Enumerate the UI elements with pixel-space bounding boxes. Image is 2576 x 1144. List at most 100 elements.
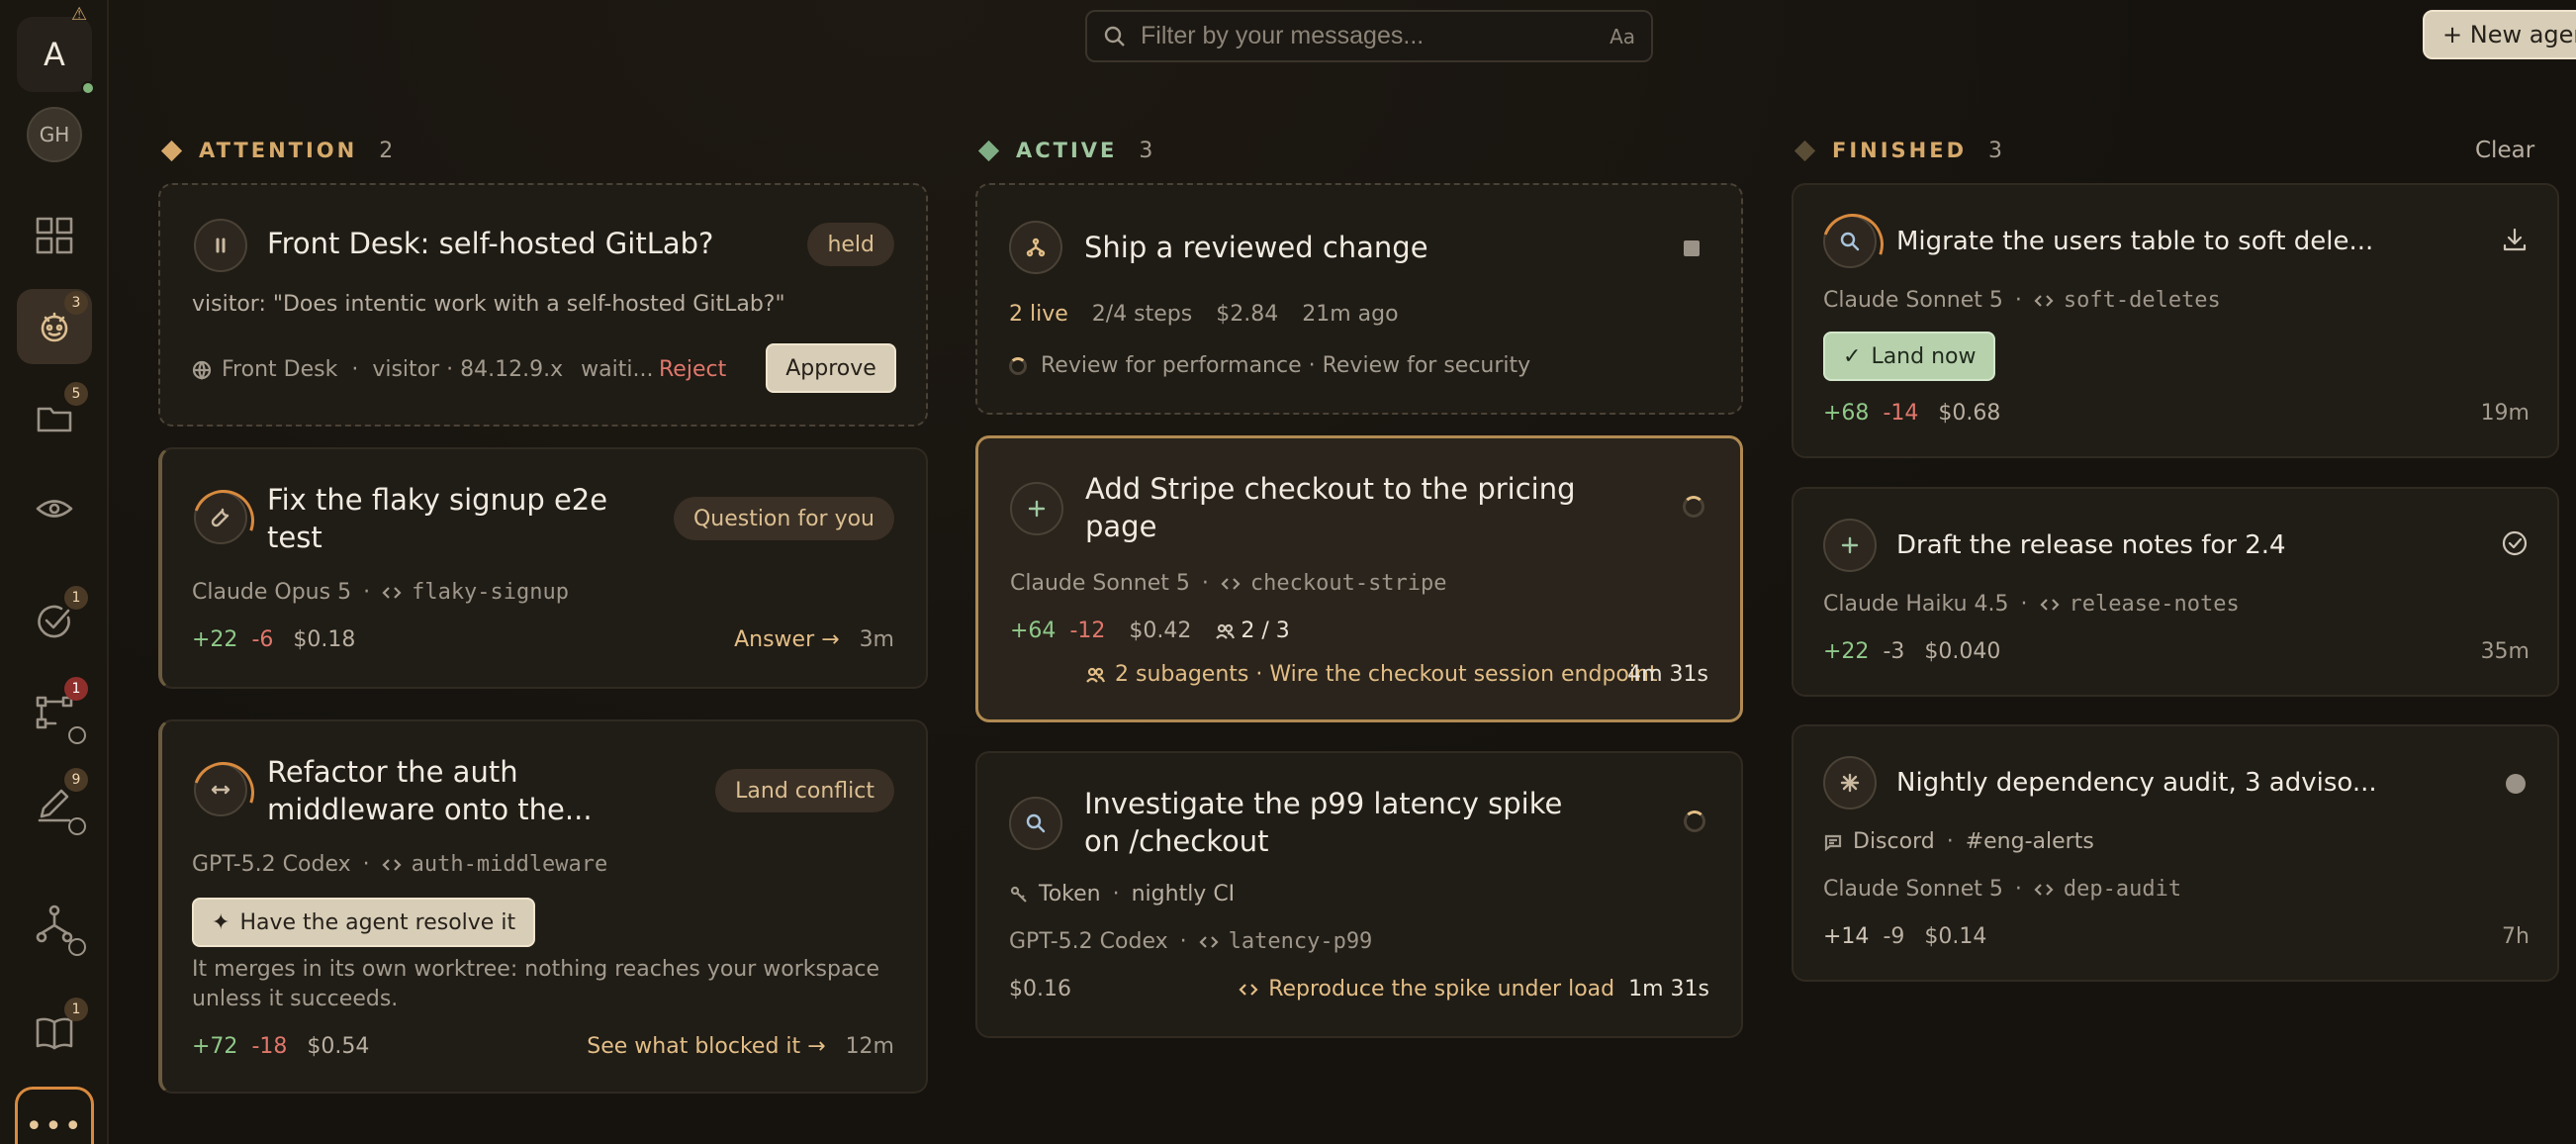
card-activity: Review for performance · Review for secu… [1009, 353, 1530, 378]
card-age: 19m [2480, 401, 2530, 426]
see-blocked-link[interactable]: See what blocked it → [587, 1034, 825, 1059]
loading-spinner [1684, 810, 1705, 832]
folder-badge: 5 [64, 382, 88, 406]
agent-status [1009, 221, 1062, 274]
card-meta: GPT-5.2 Codex · latency-p99 [1009, 929, 1373, 954]
card-stats: +22 -6 $0.18 [192, 627, 356, 652]
sparkle-icon: ✦ [212, 909, 230, 935]
card-stats: 2 live 2/4 steps $2.84 21m ago [1009, 302, 1399, 327]
rail-folders[interactable]: 5 [17, 380, 92, 455]
edit-status-dot [68, 817, 86, 835]
card-meta: Claude Haiku 4.5 · release-notes [1823, 592, 2240, 617]
agent-status [1823, 756, 1877, 810]
land-now-button[interactable]: ✓ Land now [1823, 332, 1996, 381]
card-action-row: Answer → 3m [734, 627, 894, 652]
grid-icon [36, 217, 73, 254]
tree-icon [36, 905, 73, 943]
card-activity: Reproduce the spike under load 1m 31s [1239, 977, 1709, 1001]
card-meta: Claude Opus 5 · flaky-signup [192, 580, 570, 605]
rail-watch[interactable] [17, 471, 92, 546]
code-icon [1239, 983, 1258, 996]
card-trigger: Token · nightly CI [1009, 882, 1235, 906]
agent-status [194, 491, 247, 544]
warning-icon: ⚠ [71, 4, 88, 25]
attention-column-header: ATTENTION 2 [160, 135, 393, 166]
card-title: Ship a reviewed change [1084, 231, 1428, 264]
more-icon: ••• [25, 1108, 84, 1144]
code-icon [2034, 883, 2054, 896]
pause-icon [216, 238, 226, 253]
asterisk-icon [1840, 773, 1860, 793]
card-title: Refactor the auth middleware onto the... [267, 755, 593, 826]
clear-finished-button[interactable]: Clear [2475, 135, 2534, 166]
rail-edit[interactable]: 9 [17, 766, 92, 841]
card-stats: +64 -12 $0.42 2 / 3 [1010, 619, 1290, 643]
code-icon [1199, 935, 1219, 948]
code-icon [1221, 577, 1241, 590]
left-rail: A ⚠ GH 3 5 1 1 9 1 ••• [0, 0, 109, 1144]
search-icon [1840, 232, 1860, 251]
message-icon [1824, 834, 1842, 851]
agent-status [1823, 215, 1877, 268]
card-action-row: See what blocked it → 12m [587, 1034, 894, 1059]
attention-card[interactable]: Front Desk: self-hosted GitLab? held vis… [158, 183, 928, 427]
finished-card[interactable]: Draft the release notes for 2.4 Claude H… [1792, 487, 2559, 697]
approve-button[interactable]: Approve [766, 343, 896, 393]
case-sensitive-toggle[interactable]: Aa [1610, 25, 1635, 48]
attention-card[interactable]: Refactor the auth middleware onto the...… [158, 719, 928, 1094]
agent-status [194, 763, 247, 816]
rail-flow[interactable]: 1 [17, 675, 92, 750]
tree-status-dot [68, 938, 86, 956]
rail-dashboard[interactable] [17, 198, 92, 273]
plus-icon [1028, 500, 1046, 518]
user-avatar[interactable]: A [17, 17, 92, 92]
github-avatar[interactable]: GH [27, 107, 82, 162]
finished-diamond-icon [1794, 140, 1816, 161]
elapsed-time: 4m 31s [1627, 662, 1708, 687]
attention-card[interactable]: Fix the flaky signup e2e test Question f… [158, 447, 928, 689]
card-stats: +22 -3 $0.040 [1823, 639, 2001, 664]
card-cost: $0.16 [1009, 977, 1071, 1001]
rail-tree[interactable] [17, 887, 92, 962]
visitor-message: visitor: "Does intentic work with a self… [192, 292, 785, 317]
status-badge: Question for you [673, 497, 894, 540]
rail-checks[interactable]: 1 [17, 584, 92, 659]
idle-status-dot [2506, 774, 2526, 794]
rail-agents[interactable]: 3 [17, 289, 92, 364]
resolve-conflict-button[interactable]: ✦ Have the agent resolve it [192, 898, 536, 947]
search-icon [1026, 813, 1046, 833]
download-button[interactable] [2500, 225, 2530, 254]
answer-link[interactable]: Answer → [734, 627, 839, 652]
finished-column-header: FINISHED 3 [1794, 135, 2002, 166]
finished-card[interactable]: Migrate the users table to soft dele... … [1792, 183, 2559, 458]
search-input[interactable] [1141, 22, 1610, 50]
finished-card[interactable]: Nightly dependency audit, 3 adviso... Di… [1792, 724, 2559, 982]
card-title: Draft the release notes for 2.4 [1896, 530, 2286, 560]
key-icon [1010, 886, 1027, 903]
check-icon: ✓ [1843, 343, 1862, 369]
checks-badge: 1 [64, 586, 88, 610]
attention-diamond-icon [160, 140, 183, 161]
code-icon [382, 858, 402, 871]
card-stats: +14 -9 $0.14 [1823, 924, 1987, 949]
card-title: Investigate the p99 latency spike on /ch… [1084, 787, 1563, 858]
flow-badge: 1 [64, 677, 88, 701]
status-badge: Land conflict [715, 769, 894, 812]
active-column-header: ACTIVE 3 [977, 135, 1152, 166]
active-card[interactable]: Ship a reviewed change 2 live 2/4 steps … [975, 183, 1743, 415]
search-icon [1104, 26, 1125, 47]
edit-badge: 9 [64, 768, 88, 792]
users-icon [1216, 623, 1236, 639]
card-note: It merges in its own worktree: nothing r… [192, 957, 880, 1011]
reject-button[interactable]: Reject [659, 357, 726, 382]
agent-status [1010, 482, 1063, 535]
new-agent-button[interactable]: + New agent [2423, 10, 2576, 59]
active-card-selected[interactable]: Add Stripe checkout to the pricing page … [975, 435, 1743, 722]
card-title: Add Stripe checkout to the pricing page [1085, 472, 1576, 543]
card-stats: +72 -18 $0.54 [192, 1034, 370, 1059]
stop-button[interactable] [1684, 240, 1700, 256]
active-card[interactable]: Investigate the p99 latency spike on /ch… [975, 751, 1743, 1038]
rail-docs[interactable]: 1 [17, 996, 92, 1071]
loading-spinner [1683, 496, 1704, 518]
more-options-button[interactable]: ••• [15, 1087, 94, 1144]
